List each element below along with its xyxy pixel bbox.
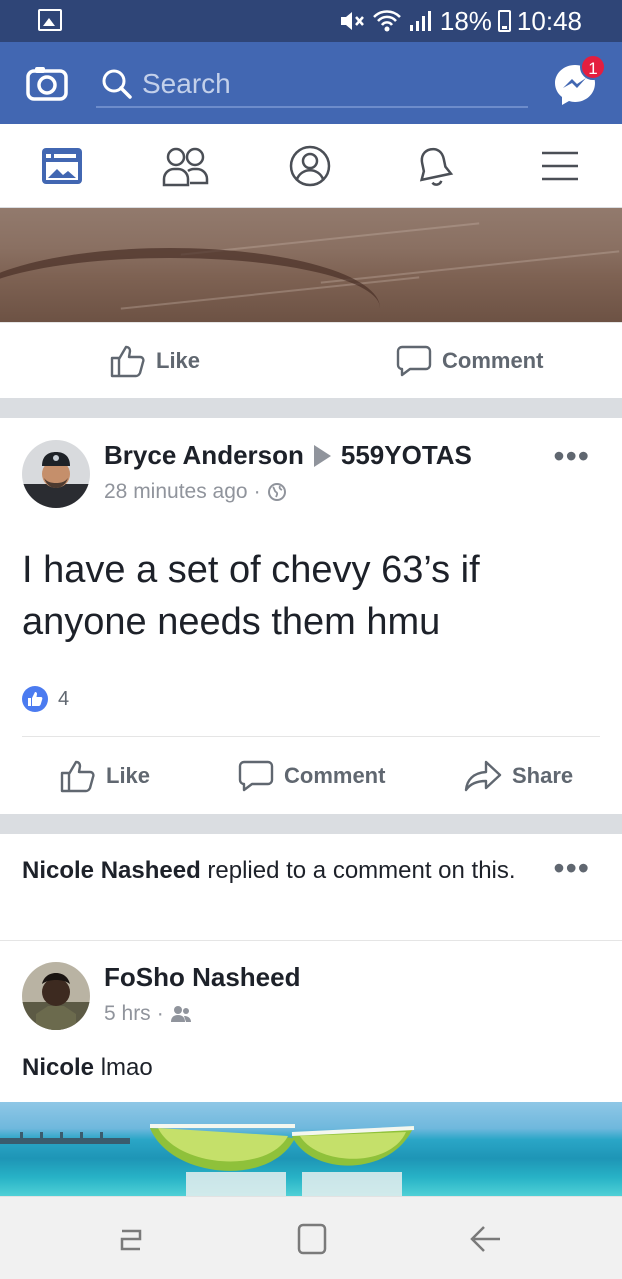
reaction-summary[interactable]: 4 xyxy=(22,686,69,712)
comment-button[interactable]: Comment xyxy=(396,323,543,399)
avatar[interactable] xyxy=(22,962,90,1030)
tab-notifications[interactable] xyxy=(410,144,458,188)
comment-label: Comment xyxy=(284,763,386,788)
system-nav-bar xyxy=(0,1196,622,1279)
tab-friends[interactable] xyxy=(162,144,210,188)
status-icons: 18% 10:48 xyxy=(338,6,582,36)
group-name[interactable]: 559YOTAS xyxy=(341,440,472,471)
shared-to-arrow-icon xyxy=(313,444,331,467)
search-input[interactable] xyxy=(142,68,502,100)
clock: 10:48 xyxy=(516,5,582,36)
post-header: Bryce Anderson 559YOTAS xyxy=(104,440,472,471)
share-button[interactable]: Share xyxy=(464,738,573,814)
post-actions: Like Comment xyxy=(0,322,622,398)
gallery-notification-icon xyxy=(38,9,62,31)
divider xyxy=(22,736,600,737)
comment-body: lmao xyxy=(94,1054,153,1081)
comment-icon xyxy=(396,345,432,377)
post-time[interactable]: 28 minutes ago xyxy=(104,480,248,504)
post-text: I have a set of chevy 63’s if anyone nee… xyxy=(22,549,480,643)
top-bar: 1 xyxy=(0,42,622,124)
mentioned-name[interactable]: Nicole xyxy=(22,1054,94,1081)
post-time[interactable]: 5 hrs xyxy=(104,1002,151,1026)
share-icon xyxy=(464,760,502,792)
author-name[interactable]: FoSho Nasheed xyxy=(104,962,300,993)
comment-icon xyxy=(238,760,274,792)
feed-separator xyxy=(0,398,622,418)
tab-profile[interactable] xyxy=(286,144,334,188)
tab-menu[interactable] xyxy=(536,144,584,188)
bell-icon xyxy=(419,147,454,186)
avatar[interactable] xyxy=(22,440,90,508)
post-image[interactable] xyxy=(0,208,622,322)
battery-percent: 18% xyxy=(439,5,492,36)
meta-separator: · xyxy=(253,480,261,503)
camera-icon[interactable] xyxy=(26,65,68,101)
signal-icon xyxy=(409,11,431,31)
like-reaction-icon xyxy=(22,686,48,712)
activity-actor[interactable]: Nicole Nasheed xyxy=(22,857,201,884)
feed-separator xyxy=(0,814,622,834)
tab-news-feed[interactable] xyxy=(38,144,86,188)
search-bar[interactable] xyxy=(96,62,528,108)
news-feed-icon xyxy=(42,148,82,184)
activity-text: replied to a comment on this. xyxy=(200,857,516,884)
mute-icon xyxy=(340,12,364,30)
like-icon xyxy=(110,345,145,378)
comment-button[interactable]: Comment xyxy=(238,738,385,814)
more-options-icon[interactable]: ••• xyxy=(553,440,590,472)
like-count: 4 xyxy=(58,687,70,710)
like-button[interactable]: Like xyxy=(110,323,200,399)
friends-audience-icon xyxy=(170,1006,191,1022)
comment-label: Comment xyxy=(442,348,544,373)
battery-icon xyxy=(497,10,511,32)
home-icon[interactable] xyxy=(292,1221,332,1257)
author-name[interactable]: Bryce Anderson xyxy=(104,440,304,471)
like-icon xyxy=(60,760,95,793)
activity-header: Nicole Nasheed replied to a comment on t… xyxy=(22,854,542,888)
menu-icon xyxy=(542,151,578,181)
more-options-icon[interactable]: ••• xyxy=(553,852,590,884)
meta-separator: · xyxy=(156,1002,164,1025)
post-card: Nicole Nasheed replied to a comment on t… xyxy=(0,834,622,1196)
post-meta: 5 hrs · xyxy=(104,1002,192,1026)
post-meta: 28 minutes ago · xyxy=(104,480,287,504)
back-icon[interactable] xyxy=(466,1221,506,1257)
like-label: Like xyxy=(106,763,151,788)
globe-icon xyxy=(267,483,286,501)
search-icon xyxy=(102,69,132,99)
tab-bar xyxy=(0,124,622,208)
friends-icon xyxy=(162,147,209,187)
like-label: Like xyxy=(156,348,201,373)
messenger-badge: 1 xyxy=(580,54,606,80)
post-card: Bryce Anderson 559YOTAS 28 minutes ago ·… xyxy=(0,418,622,814)
post-image[interactable] xyxy=(0,1102,622,1196)
status-bar: 18% 10:48 xyxy=(0,0,622,42)
profile-icon xyxy=(289,145,331,187)
post-text: Nicole lmao xyxy=(22,1054,153,1082)
wifi-icon xyxy=(372,10,401,32)
divider xyxy=(0,940,622,941)
share-label: Share xyxy=(512,763,574,788)
recent-apps-icon[interactable] xyxy=(110,1221,150,1257)
like-button[interactable]: Like xyxy=(60,738,150,814)
